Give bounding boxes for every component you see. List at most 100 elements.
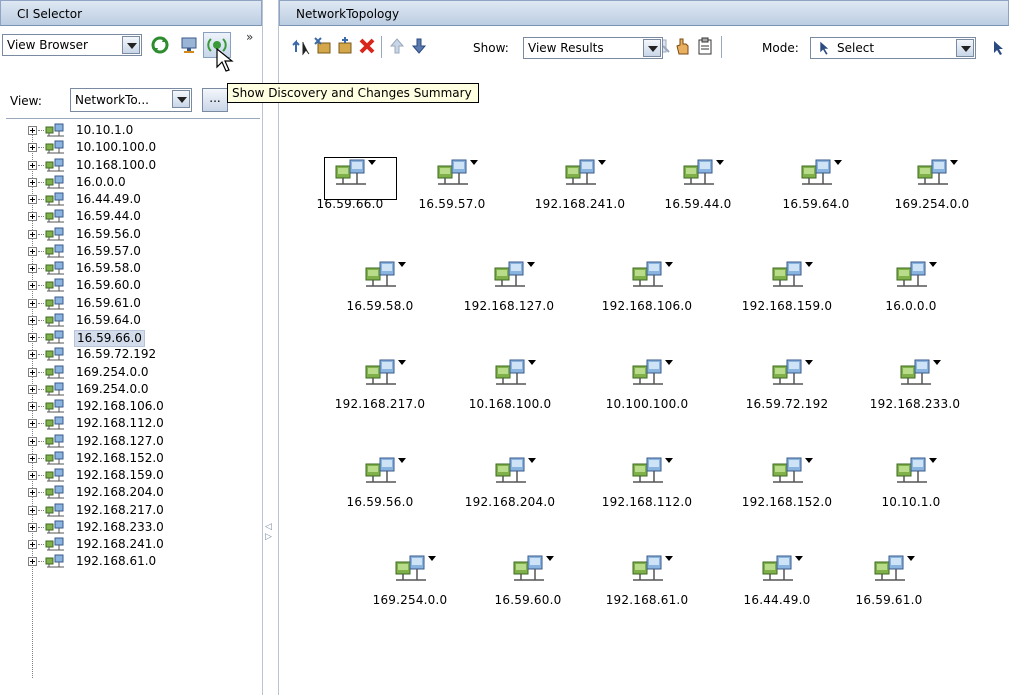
expand-icon[interactable] <box>28 246 37 256</box>
tree-item[interactable]: 192.168.233.0 <box>28 519 260 536</box>
mode-value: Select <box>837 41 875 55</box>
network-icon <box>45 365 64 378</box>
network-icon <box>45 537 64 551</box>
expand-icon[interactable] <box>28 195 37 204</box>
chevron-down-icon[interactable] <box>956 39 974 57</box>
tree-item[interactable]: 16.59.61.0 <box>28 295 260 312</box>
tree-item-label: 192.168.233.0 <box>76 519 164 534</box>
tree-item[interactable]: 16.0.0.0 <box>28 174 260 191</box>
tree-item[interactable]: 192.168.106.0 <box>28 398 260 415</box>
expand-icon[interactable] <box>28 471 37 480</box>
tree-item[interactable]: 10.168.100.0 <box>28 157 260 174</box>
pointer-icon[interactable] <box>992 40 1006 56</box>
expand-icon[interactable] <box>28 505 37 515</box>
pointer-icon <box>819 40 830 56</box>
expand-icon[interactable] <box>28 367 37 377</box>
expand-icon[interactable] <box>28 522 37 532</box>
node-label: 16.44.49.0 <box>743 593 811 607</box>
tree-item[interactable]: 16.59.58.0 <box>28 260 260 277</box>
add-relation-button[interactable] <box>335 36 355 56</box>
tree-item[interactable]: 16.59.56.0 <box>28 226 260 243</box>
arrow-up-icon <box>389 38 405 54</box>
network-icon <box>45 347 64 361</box>
refresh-icon <box>151 36 169 54</box>
tree-item[interactable]: 192.168.241.0 <box>28 536 260 553</box>
expand-icon[interactable] <box>28 402 37 411</box>
expand-icon[interactable] <box>28 298 37 308</box>
expand-icon[interactable] <box>28 488 37 498</box>
expand-icon[interactable] <box>28 160 37 170</box>
tree-item[interactable]: 192.168.159.0 <box>28 467 260 484</box>
tree-item-label: 192.168.127.0 <box>76 433 164 448</box>
tree-item[interactable]: 169.254.0.0 <box>28 381 260 398</box>
expand-icon[interactable] <box>28 540 37 549</box>
network-icon <box>45 434 64 447</box>
hand-icon <box>676 38 689 55</box>
expand-icon[interactable] <box>28 384 37 394</box>
tree-item[interactable]: 10.10.1.0 <box>28 122 260 139</box>
move-down-button[interactable] <box>409 36 429 56</box>
node-label: 16.59.56.0 <box>346 495 414 509</box>
expand-icon[interactable] <box>28 436 37 446</box>
expand-icon[interactable] <box>28 453 37 463</box>
tree-item[interactable]: 10.100.100.0 <box>28 139 260 156</box>
network-icon <box>45 140 64 154</box>
show-dropdown[interactable]: View Results <box>523 37 663 59</box>
expand-icon[interactable] <box>28 143 37 153</box>
tree-item[interactable]: 16.59.66.0 <box>28 329 260 347</box>
add-ci-button[interactable] <box>313 36 333 56</box>
arrow-down-icon <box>411 38 427 54</box>
refresh-button[interactable] <box>149 34 171 56</box>
expand-icon[interactable] <box>28 177 37 187</box>
chevron-down-icon[interactable] <box>643 39 661 57</box>
more-tools-chevron[interactable]: » <box>246 30 253 44</box>
network-icon <box>365 359 406 385</box>
expand-icon[interactable] <box>28 557 37 567</box>
node-label: 192.168.112.0 <box>601 495 693 509</box>
expand-icon[interactable] <box>28 264 37 273</box>
splitter-arrows-icon[interactable]: ◁ ▷ <box>265 522 272 542</box>
tree-item[interactable]: 16.59.60.0 <box>28 277 260 294</box>
network-icon <box>45 330 64 344</box>
mouse-cursor-icon <box>216 48 234 72</box>
tree-item[interactable]: 16.44.49.0 <box>28 191 260 208</box>
properties-button[interactable] <box>695 36 715 56</box>
tree-item[interactable]: 16.59.57.0 <box>28 243 260 260</box>
display-button[interactable] <box>178 34 200 56</box>
tree-item[interactable]: 16.59.64.0 <box>28 312 260 329</box>
tree-item[interactable]: 16.59.72.192 <box>28 346 260 363</box>
tree-item[interactable]: 192.168.152.0 <box>28 450 260 467</box>
expand-icon[interactable] <box>28 333 37 342</box>
hand-button[interactable] <box>673 36 693 56</box>
delete-button[interactable] <box>357 36 377 56</box>
tree-item[interactable]: 192.168.61.0 <box>28 553 260 570</box>
mode-dropdown[interactable]: Select <box>810 37 976 59</box>
expand-icon[interactable] <box>28 126 37 135</box>
tree-item[interactable]: 192.168.127.0 <box>28 433 260 450</box>
panel-splitter[interactable] <box>262 0 279 695</box>
move-up-button[interactable] <box>387 36 407 56</box>
tree-item[interactable]: 192.168.204.0 <box>28 484 260 501</box>
add-related-button[interactable] <box>291 36 311 56</box>
tree-item[interactable]: 192.168.217.0 <box>28 502 260 519</box>
chevron-down-icon[interactable] <box>172 90 190 108</box>
expand-icon[interactable] <box>28 281 37 291</box>
tree-item[interactable]: 192.168.112.0 <box>28 415 260 432</box>
tree-item[interactable]: 169.254.0.0 <box>28 364 260 381</box>
view-browser-dropdown[interactable]: View Browser <box>2 34 142 56</box>
tree-item[interactable]: 16.59.44.0 <box>28 208 260 225</box>
expand-icon[interactable] <box>28 350 37 360</box>
tree-item-label: 16.59.57.0 <box>76 243 141 258</box>
expand-icon[interactable] <box>28 229 37 239</box>
view-more-button[interactable]: ... <box>202 88 228 112</box>
expand-icon[interactable] <box>28 315 37 325</box>
view-browser-value: View Browser <box>7 38 88 52</box>
chevron-down-icon[interactable] <box>122 36 140 54</box>
view-dropdown[interactable]: NetworkTo... <box>70 88 192 112</box>
network-icon <box>395 555 436 581</box>
network-icon <box>45 382 64 396</box>
ci-selector-header: CI Selector <box>0 0 262 26</box>
expand-icon[interactable] <box>28 212 37 222</box>
network-icon <box>45 485 64 499</box>
expand-icon[interactable] <box>28 419 37 429</box>
